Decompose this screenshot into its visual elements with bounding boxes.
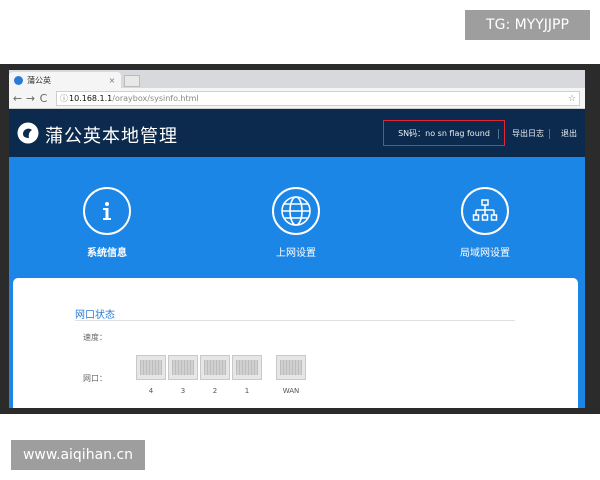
- nav-label: 局域网设置: [460, 248, 510, 259]
- export-log-link[interactable]: 导出日志: [512, 128, 544, 139]
- tg-watermark: TG: MYYJJPP: [465, 10, 590, 40]
- port-number: 1: [244, 387, 250, 395]
- bookmark-star-icon[interactable]: ☆: [568, 94, 576, 104]
- url-host: 10.168.1.1: [69, 94, 113, 103]
- info-icon: [103, 202, 111, 220]
- info-icon-frame: [83, 187, 131, 235]
- dandelion-logo-icon: [17, 122, 39, 144]
- section-title: 网口状态: [75, 310, 115, 321]
- browser-tab[interactable]: 蒲公英 ×: [9, 72, 121, 88]
- ethernet-port-icon: [168, 355, 198, 380]
- header-divider: [549, 129, 550, 139]
- header-divider: [498, 129, 499, 139]
- reload-icon[interactable]: C: [37, 92, 50, 105]
- nav-label: 系统信息: [87, 248, 127, 259]
- globe-icon-frame: [272, 187, 320, 235]
- port-number: 2: [212, 387, 218, 395]
- brand-title: 蒲公英本地管理: [45, 126, 178, 147]
- network-icon: [472, 199, 498, 221]
- logout-link[interactable]: 退出: [561, 128, 577, 139]
- port-number: WAN: [282, 387, 300, 395]
- port-number: 4: [148, 387, 154, 395]
- section-divider: [75, 320, 515, 321]
- url-input[interactable]: ⓘ 10.168.1.1/oraybox/sysinfo.html ☆: [56, 91, 580, 106]
- dashboard-area: 系统信息 上网设置 局域网设置 网口状态 速度： 网口： 4 3 2 1 WAN: [9, 157, 585, 408]
- new-tab-button[interactable]: [124, 75, 140, 87]
- address-bar-row: ← → C ⓘ 10.168.1.1/oraybox/sysinfo.html …: [9, 88, 585, 109]
- tab-title: 蒲公英: [27, 75, 51, 85]
- forward-icon[interactable]: →: [24, 92, 37, 105]
- ethernet-port-icon: [232, 355, 262, 380]
- tab-bar: 蒲公英 ×: [9, 70, 585, 88]
- ethernet-port-icon: [276, 355, 306, 380]
- ethernet-port-icon: [200, 355, 230, 380]
- network-icon-frame: [461, 187, 509, 235]
- nav-label: 上网设置: [276, 248, 316, 259]
- favicon-icon: [14, 75, 23, 85]
- app-header: 蒲公英本地管理 SN码：no sn flag found 导出日志 退出: [9, 109, 585, 157]
- speed-label: 速度：: [83, 333, 107, 342]
- nav-internet-settings[interactable]: 上网设置: [236, 187, 356, 259]
- port-number: 3: [180, 387, 186, 395]
- sn-status: SN码：no sn flag found: [383, 120, 505, 146]
- globe-icon: [281, 196, 311, 226]
- port-status-panel: 网口状态 速度： 网口： 4 3 2 1 WAN: [13, 278, 578, 408]
- close-tab-icon[interactable]: ×: [107, 76, 117, 85]
- page-info-icon[interactable]: ⓘ: [59, 93, 69, 104]
- port-label: 网口：: [83, 374, 107, 383]
- back-icon[interactable]: ←: [11, 92, 24, 105]
- ethernet-port-icon: [136, 355, 166, 380]
- url-path: /oraybox/sysinfo.html: [112, 94, 199, 103]
- nav-system-info[interactable]: 系统信息: [47, 187, 167, 259]
- site-watermark: www.aiqihan.cn: [11, 440, 145, 470]
- nav-lan-settings[interactable]: 局域网设置: [425, 187, 545, 259]
- browser-window: 蒲公英 × ← → C ⓘ 10.168.1.1/oraybox/sysinfo…: [9, 70, 585, 408]
